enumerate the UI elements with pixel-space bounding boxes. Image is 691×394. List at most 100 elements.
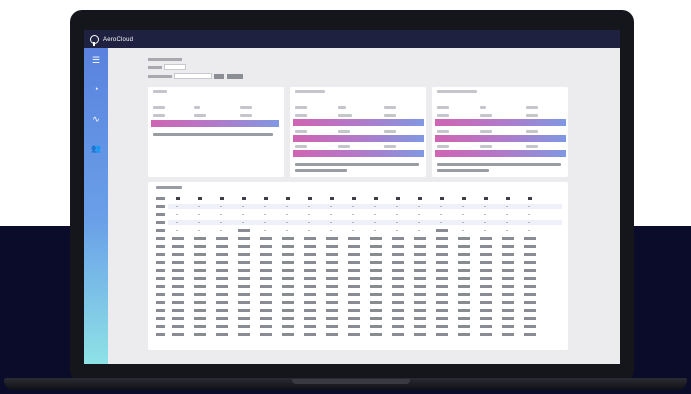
table-cell xyxy=(414,317,426,320)
table-cell xyxy=(370,245,382,248)
table-cell xyxy=(374,214,376,215)
filter-input[interactable] xyxy=(164,64,186,70)
table-cell xyxy=(396,222,398,223)
table-cell xyxy=(308,222,310,223)
table-cell xyxy=(260,237,272,240)
table-cell xyxy=(392,245,404,248)
table-cell xyxy=(238,333,250,336)
row-label xyxy=(156,245,165,248)
table-cell xyxy=(392,261,404,264)
table-cell xyxy=(524,245,536,248)
table-cell xyxy=(414,333,426,336)
column-header xyxy=(528,197,532,200)
table-cell xyxy=(330,206,332,207)
table-cell xyxy=(198,214,200,215)
row-label xyxy=(156,285,165,288)
table-cell xyxy=(286,230,288,231)
table-cell xyxy=(304,261,316,264)
table-cell xyxy=(436,245,448,248)
table-cell xyxy=(172,277,184,280)
table-cell xyxy=(282,293,294,296)
table-cell xyxy=(524,309,536,312)
table-cell xyxy=(458,269,470,272)
column-header xyxy=(264,197,268,200)
dashboard-icon[interactable]: ◔ xyxy=(84,81,108,97)
table-cell xyxy=(326,269,338,272)
brand[interactable]: AeroCloud xyxy=(90,34,133,46)
menu-icon[interactable]: ☰ xyxy=(84,52,108,68)
table-cell xyxy=(392,309,404,312)
column-header xyxy=(176,197,180,200)
table-cell xyxy=(326,237,338,240)
table-cell xyxy=(392,237,404,240)
users-icon[interactable]: 👥 xyxy=(84,140,108,156)
highlight-row[interactable] xyxy=(435,150,566,157)
table-cell xyxy=(260,333,272,336)
table-cell xyxy=(506,230,508,231)
row-label xyxy=(156,237,165,240)
table-cell xyxy=(304,237,316,240)
table-cell xyxy=(436,253,448,256)
highlight-row[interactable] xyxy=(435,135,566,142)
table-cell xyxy=(502,261,514,264)
table-cell xyxy=(216,253,228,256)
table-cell xyxy=(260,253,272,256)
table-cell xyxy=(172,301,184,304)
table-cell xyxy=(480,269,492,272)
table-cell xyxy=(480,277,492,280)
table-cell xyxy=(194,253,206,256)
highlight-row[interactable] xyxy=(293,119,424,126)
table-cell xyxy=(304,333,316,336)
table-cell xyxy=(458,309,470,312)
table-cell xyxy=(172,285,184,288)
table-row-bg xyxy=(168,204,562,209)
row-label xyxy=(156,317,165,320)
date-label xyxy=(148,75,172,78)
table-cell xyxy=(392,285,404,288)
table-cell xyxy=(352,214,354,215)
table-cell xyxy=(172,309,184,312)
table-cell xyxy=(282,269,294,272)
row-label xyxy=(156,229,165,232)
table-cell xyxy=(238,253,250,256)
table-cell xyxy=(198,206,200,207)
highlight-row[interactable] xyxy=(293,135,424,142)
table-cell xyxy=(260,317,272,320)
table-cell xyxy=(436,317,448,320)
table-cell xyxy=(414,293,426,296)
highlight-row[interactable] xyxy=(435,119,566,126)
table-cell xyxy=(370,301,382,304)
table-cell xyxy=(238,309,250,312)
table-cell xyxy=(238,317,250,320)
table-cell xyxy=(502,269,514,272)
table-cell xyxy=(374,222,376,223)
table-cell xyxy=(216,269,228,272)
apply-button[interactable] xyxy=(214,74,224,79)
highlight-row[interactable] xyxy=(293,150,424,157)
table-cell xyxy=(374,230,376,231)
table-cell xyxy=(260,269,272,272)
table-cell xyxy=(348,293,360,296)
table-cell xyxy=(172,253,184,256)
table-cell xyxy=(506,222,508,223)
table-cell xyxy=(304,245,316,248)
table-cell xyxy=(414,245,426,248)
column-header xyxy=(198,197,202,200)
trends-icon[interactable]: ∿ xyxy=(84,111,108,127)
table-cell xyxy=(326,301,338,304)
row-label xyxy=(156,269,165,272)
table-cell xyxy=(524,269,536,272)
highlight-row[interactable] xyxy=(151,120,279,127)
table-cell xyxy=(326,261,338,264)
table-cell xyxy=(484,214,486,215)
table-cell xyxy=(524,237,536,240)
table-cell xyxy=(370,253,382,256)
export-button[interactable] xyxy=(227,74,243,79)
column-header xyxy=(352,197,356,200)
date-input[interactable] xyxy=(174,73,212,79)
table-cell xyxy=(282,245,294,248)
table-cell xyxy=(414,261,426,264)
table-cell xyxy=(374,206,376,207)
table-cell xyxy=(172,325,184,328)
table-cell xyxy=(176,230,178,231)
